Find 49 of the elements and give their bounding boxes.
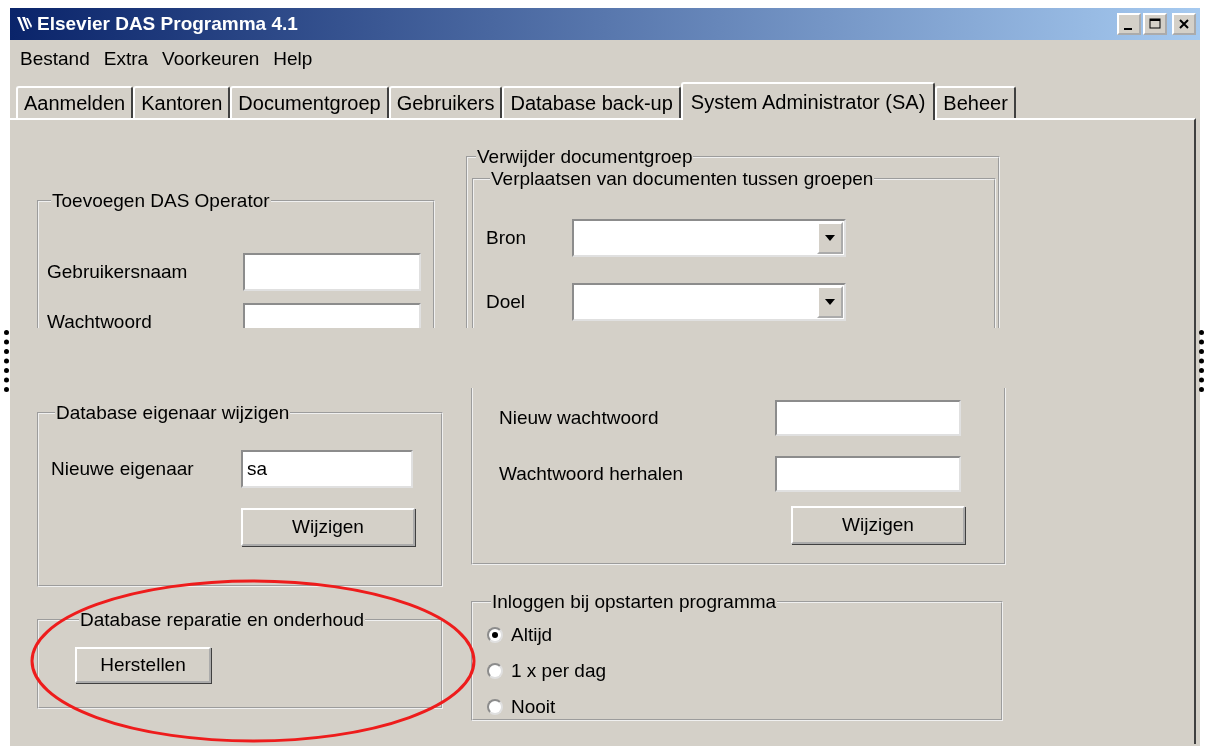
window-title: Elsevier DAS Programma 4.1 (37, 13, 299, 35)
tab[interactable]: Documentgroep (230, 86, 389, 118)
minimize-icon (1123, 27, 1132, 30)
menu-item[interactable]: Extra (101, 48, 161, 76)
password-field[interactable] (775, 456, 961, 492)
group-title: Inloggen bij opstarten programma (491, 591, 778, 613)
field-label: Wachtwoord herhalen (499, 463, 685, 485)
group-title: Database reparatie en onderhoud (79, 609, 366, 631)
field-label: Wachtwoord (47, 311, 153, 328)
option-label: 1 x per dag (511, 660, 607, 682)
radio-button[interactable] (487, 699, 503, 715)
change-button[interactable]: Wijzigen (241, 508, 415, 546)
close-icon (1176, 17, 1192, 31)
field-label: Gebruikersnaam (47, 261, 189, 283)
password-field[interactable] (775, 400, 961, 436)
change-button[interactable]: Wijzigen (791, 506, 965, 544)
tab[interactable]: Database back-up (502, 86, 681, 118)
tab[interactable]: System Administrator (SA) (680, 82, 936, 120)
tear-marker (1199, 330, 1204, 392)
tear-marker (4, 330, 9, 392)
tab[interactable]: Aanmelden (16, 86, 134, 118)
radio-button[interactable] (487, 627, 503, 643)
field-label: Doel (486, 291, 527, 313)
radio-button[interactable] (487, 663, 503, 679)
close-button[interactable] (1172, 13, 1196, 35)
group-title: Toevoegen DAS Operator (51, 190, 271, 212)
tab[interactable]: Beheer (935, 86, 1016, 118)
option-label: Nooit (511, 696, 556, 718)
field-label: Nieuw wachtwoord (499, 407, 660, 429)
field-label: Nieuwe eigenaar (51, 458, 195, 480)
maximize-icon (1147, 17, 1163, 31)
menu-item[interactable]: Help (271, 48, 325, 76)
tab[interactable]: Kantoren (133, 86, 231, 118)
restore-button[interactable]: Herstellen (75, 647, 211, 683)
maximize-button[interactable] (1143, 13, 1167, 35)
field-label: Bron (486, 227, 528, 249)
menu-item[interactable]: Bestand (18, 48, 102, 76)
input-field[interactable]: sa (241, 450, 413, 488)
option-label: Altijd (511, 624, 553, 646)
dropdown-field[interactable] (572, 283, 846, 321)
group-title: Verwijder documentgroep (476, 146, 694, 168)
group-title: Database eigenaar wijzigen (55, 402, 291, 424)
group-title: Verplaatsen van documenten tussen groepen (490, 168, 875, 190)
minimize-button[interactable] (1117, 13, 1141, 35)
dropdown-field[interactable] (572, 219, 846, 257)
tab[interactable]: Gebruikers (388, 86, 503, 118)
input-field[interactable] (243, 253, 421, 291)
app-icon (14, 14, 34, 34)
menu-item[interactable]: Voorkeuren (160, 48, 272, 76)
